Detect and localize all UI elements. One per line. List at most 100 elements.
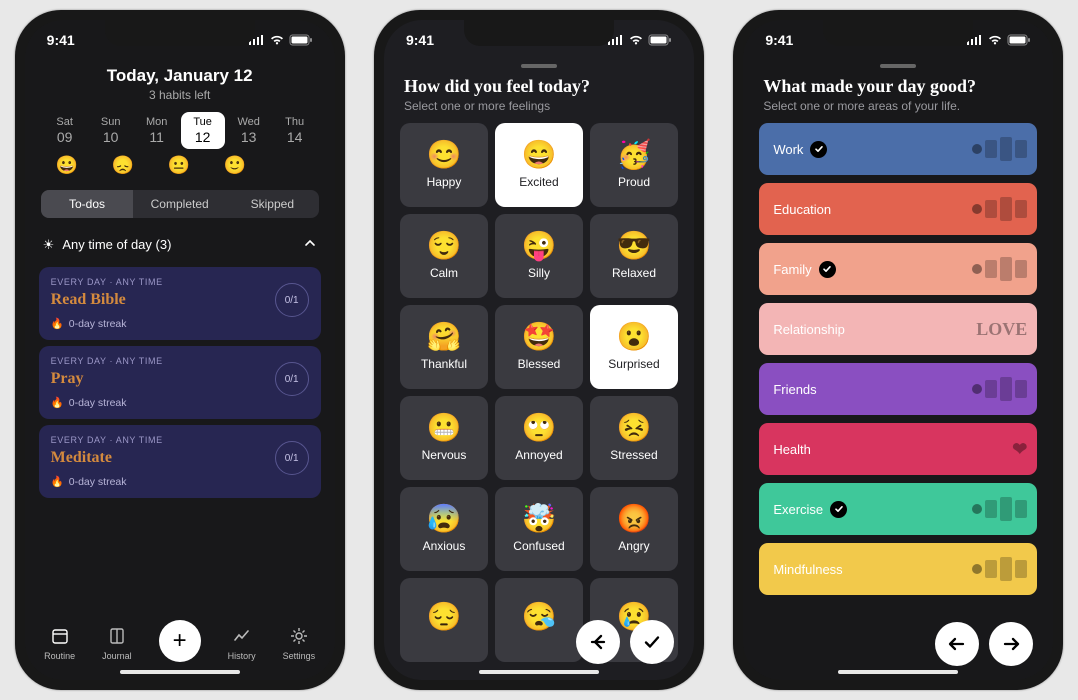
feeling-stressed[interactable]: 😣Stressed — [590, 396, 678, 480]
mood-emoji[interactable]: 🙂 — [213, 155, 257, 176]
phone-feelings: 9:41 How did you feel today? Select one … — [374, 10, 704, 690]
feeling-proud[interactable]: 🥳 Proud — [590, 123, 678, 207]
task-title: Meditate — [51, 449, 309, 467]
area-label: Exercise — [773, 502, 823, 517]
feeling-anxious[interactable]: 😰 Anxious — [400, 487, 488, 571]
sun-icon: ☀︎ — [43, 237, 55, 253]
back-button[interactable] — [576, 620, 620, 664]
area-family[interactable]: Family — [759, 243, 1037, 295]
day-10[interactable]: Sun10 — [89, 112, 133, 149]
check-icon — [830, 501, 847, 518]
question-subtitle: Select one or more feelings — [384, 97, 694, 123]
task-card[interactable]: EVERY DAY · ANY TIMERead Bible🔥0-day str… — [39, 267, 321, 340]
feeling-annoyed[interactable]: 🙄Annoyed — [495, 396, 583, 480]
task-streak: 🔥0-day streak — [51, 396, 309, 409]
feeling-label: Happy — [427, 175, 462, 189]
feeling-label: Nervous — [422, 448, 467, 462]
area-mindfulness[interactable]: Mindfulness — [759, 543, 1037, 595]
feeling-label: Relaxed — [612, 266, 656, 280]
task-meta: EVERY DAY · ANY TIME — [51, 277, 309, 287]
battery-icon — [648, 34, 672, 46]
feeling-relaxed[interactable]: 😎Relaxed — [590, 214, 678, 298]
feeling-calm[interactable]: 😌Calm — [400, 214, 488, 298]
feeling-angry[interactable]: 😡Angry — [590, 487, 678, 571]
home-indicator[interactable] — [120, 670, 240, 674]
feeling-label: Calm — [430, 266, 458, 280]
areas-list: Work Education Family RelationshipLOVE Frien… — [743, 123, 1053, 595]
segmented-control[interactable]: To-dos Completed Skipped — [41, 190, 319, 218]
segment-skipped[interactable]: Skipped — [226, 190, 319, 218]
area-work[interactable]: Work — [759, 123, 1037, 175]
back-button[interactable] — [935, 622, 979, 666]
feeling-label: Confused — [513, 539, 564, 553]
emoji-icon: 😰 — [427, 505, 462, 533]
question-title: What made your day good? — [743, 68, 1053, 97]
area-health[interactable]: Health❤ — [759, 423, 1037, 475]
emoji-icon: 🥳 — [617, 141, 652, 169]
question-subtitle: Select one or more areas of your life. — [743, 97, 1053, 123]
feeling-confused[interactable]: 🤯Confused — [495, 487, 583, 571]
emoji-icon: 😪 — [522, 603, 557, 631]
mood-emoji[interactable]: 😀 — [45, 155, 89, 176]
day-14[interactable]: Thu14 — [273, 112, 317, 149]
battery-icon — [289, 34, 313, 46]
tab-routine[interactable]: Routine — [44, 626, 75, 661]
task-counter[interactable]: 0/1 — [275, 362, 309, 396]
tab-journal[interactable]: Journal — [102, 626, 132, 661]
next-button[interactable] — [989, 622, 1033, 666]
day-11[interactable]: Mon11 — [135, 112, 179, 149]
feeling-label: Angry — [618, 539, 649, 553]
task-card[interactable]: EVERY DAY · ANY TIMEPray🔥0-day streak0/1 — [39, 346, 321, 419]
segment-todos[interactable]: To-dos — [41, 190, 134, 218]
mood-row: 😀 😞 😐 🙂 — [25, 149, 335, 186]
area-friends[interactable]: Friends — [759, 363, 1037, 415]
feeling-silly[interactable]: 😜Silly — [495, 214, 583, 298]
feeling-blessed[interactable]: 🤩Blessed — [495, 305, 583, 389]
area-label: Family — [773, 262, 811, 277]
area-label: Relationship — [773, 322, 845, 337]
day-13[interactable]: Wed13 — [227, 112, 271, 149]
tab-history[interactable]: History — [228, 626, 256, 661]
feeling-label: Proud — [618, 175, 650, 189]
tab-settings[interactable]: Settings — [283, 626, 316, 661]
emoji-icon: 🙄 — [522, 414, 557, 442]
question-title: How did you feel today? — [384, 68, 694, 97]
task-counter[interactable]: 0/1 — [275, 441, 309, 475]
feeling-item[interactable]: 😔 — [400, 578, 488, 662]
emoji-icon: 🤩 — [522, 323, 557, 351]
task-title: Pray — [51, 370, 309, 388]
wifi-icon — [269, 34, 285, 46]
task-card[interactable]: EVERY DAY · ANY TIMEMeditate🔥0-day strea… — [39, 425, 321, 498]
calendar-icon — [50, 626, 70, 648]
feeling-nervous[interactable]: 😬Nervous — [400, 396, 488, 480]
day-12[interactable]: Tue12 — [181, 112, 225, 149]
confirm-button[interactable] — [630, 620, 674, 664]
section-header[interactable]: ☀︎ Any time of day (3) — [25, 222, 335, 261]
area-relationship[interactable]: RelationshipLOVE — [759, 303, 1037, 355]
emoji-icon: 🤗 — [427, 323, 462, 351]
home-indicator[interactable] — [479, 670, 599, 674]
day-09[interactable]: Sat09 — [43, 112, 87, 149]
wifi-icon — [628, 34, 644, 46]
task-streak: 🔥0-day streak — [51, 475, 309, 488]
check-icon — [819, 261, 836, 278]
feeling-surprised[interactable]: 😮Surprised — [590, 305, 678, 389]
feeling-label: Anxious — [423, 539, 466, 553]
feeling-thankful[interactable]: 🤗Thankful — [400, 305, 488, 389]
feeling-item[interactable]: 😪 — [495, 578, 583, 662]
task-counter[interactable]: 0/1 — [275, 283, 309, 317]
home-indicator[interactable] — [838, 670, 958, 674]
segment-completed[interactable]: Completed — [133, 190, 226, 218]
add-button[interactable]: + — [159, 620, 201, 662]
feeling-label: Silly — [528, 266, 550, 280]
calendar-strip[interactable]: Sat09Sun10Mon11Tue12Wed13Thu14 — [25, 110, 335, 149]
feeling-happy[interactable]: 😊Happy — [400, 123, 488, 207]
status-time: 9:41 — [765, 32, 793, 48]
flame-icon: 🔥 — [51, 317, 64, 330]
mood-emoji[interactable]: 😐 — [157, 155, 201, 176]
notch — [823, 20, 973, 46]
mood-emoji[interactable]: 😞 — [101, 155, 145, 176]
feeling-excited[interactable]: 😄Excited — [495, 123, 583, 207]
area-exercise[interactable]: Exercise — [759, 483, 1037, 535]
area-education[interactable]: Education — [759, 183, 1037, 235]
